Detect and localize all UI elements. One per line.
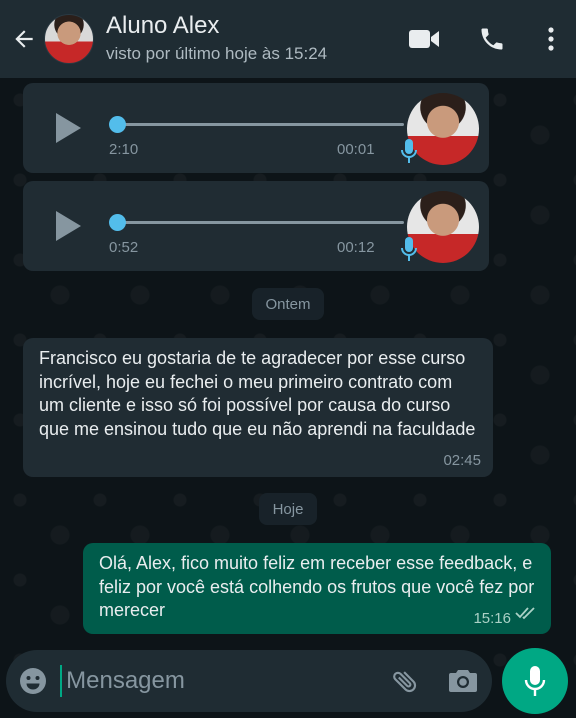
more-vertical-icon: [548, 27, 554, 51]
audio-message: 0:52 00:12: [23, 181, 489, 271]
play-button[interactable]: [53, 111, 83, 150]
microphone-icon: [399, 235, 419, 268]
paperclip-icon: [393, 671, 417, 693]
outgoing-message[interactable]: Olá, Alex, fico muito feliz em receber e…: [83, 543, 551, 634]
contact-avatar[interactable]: [44, 14, 94, 64]
last-seen-status: visto por último hoje às 15:24: [106, 44, 328, 63]
audio-duration: 2:10: [109, 141, 139, 158]
voice-record-button[interactable]: [502, 648, 568, 714]
date-divider: Ontem: [252, 288, 324, 320]
incoming-message[interactable]: Francisco eu gostaria de te agradecer po…: [23, 338, 493, 477]
message-time: 00:12: [337, 239, 375, 256]
camera-icon: [449, 670, 478, 692]
audio-message: 2:10 00:01: [23, 83, 489, 173]
arrow-left-icon: [15, 30, 33, 48]
camera-button[interactable]: [434, 650, 492, 712]
message-time: 02:45: [443, 452, 481, 469]
double-check-icon: [515, 606, 539, 625]
video-camera-icon: [409, 30, 439, 48]
audio-progress-track[interactable]: [116, 221, 404, 224]
emoji-icon: [20, 668, 47, 694]
audio-progress-knob[interactable]: [109, 214, 126, 231]
chat-header: Aluno Alex visto por último hoje às 15:2…: [0, 0, 576, 78]
microphone-icon: [524, 666, 546, 696]
voice-call-button[interactable]: [458, 0, 526, 78]
play-icon: [56, 211, 81, 241]
emoji-button[interactable]: [6, 650, 60, 712]
audio-duration: 0:52: [109, 239, 139, 256]
video-call-button[interactable]: [390, 0, 458, 78]
microphone-icon: [399, 137, 419, 170]
message-text: Francisco eu gostaria de te agradecer po…: [39, 348, 476, 439]
message-time: 15:16: [473, 610, 511, 627]
back-button[interactable]: [4, 0, 44, 78]
attach-button[interactable]: [376, 650, 434, 712]
audio-progress-knob[interactable]: [109, 116, 126, 133]
date-divider: Hoje: [259, 493, 317, 525]
audio-progress-track[interactable]: [116, 123, 404, 126]
contact-name: Aluno Alex: [106, 12, 220, 39]
phone-icon: [481, 28, 503, 50]
more-options-button[interactable]: [526, 0, 576, 78]
play-icon: [56, 113, 81, 143]
play-button[interactable]: [53, 209, 83, 248]
message-composer: [6, 650, 492, 712]
message-input[interactable]: [62, 661, 377, 701]
contact-info[interactable]: Aluno Alex visto por último hoje às 15:2…: [106, 12, 390, 66]
message-time: 00:01: [337, 141, 375, 158]
